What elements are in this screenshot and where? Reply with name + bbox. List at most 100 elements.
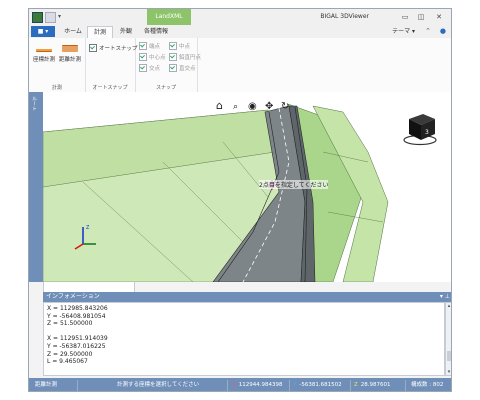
status-y-label: Y — [293, 382, 297, 388]
info-line: Z = 29.500000 — [47, 350, 93, 358]
3d-scene[interactable]: ⌂ ⌕ ◉ ✥ ↻ Z 3 — [43, 92, 452, 282]
title-bar: ▾ LandXML BIGAL 3DViewer ▭ ◫ ✕ — [29, 9, 451, 25]
side-panel-tab-label: ルート — [31, 96, 37, 111]
status-message: 計測する座標を選択してください — [117, 382, 200, 388]
ribbon-collapse-icon[interactable]: ⌃ — [425, 26, 431, 37]
snap-intersection-checkbox[interactable]: 交点 — [139, 64, 160, 72]
file-tab[interactable]: ■ ▾ — [31, 26, 55, 37]
status-mode: 距離計測 — [35, 382, 58, 388]
measure-group: 座標計測 距離計測 計測 — [29, 38, 86, 92]
snap-midpoint-label: 中点 — [179, 44, 191, 50]
tab-home[interactable]: ホーム — [61, 26, 85, 38]
zoom-fit-icon[interactable]: ⌕ — [233, 102, 238, 112]
quick-access-dropdown-icon[interactable]: ▾ — [58, 12, 67, 21]
zoom-icon[interactable]: ◉ — [248, 101, 257, 112]
snap-group-label: スナップ — [155, 85, 176, 91]
info-scrollbar[interactable]: ▴ ▾ — [445, 302, 451, 376]
autosnap-group-label: オートスナップ — [92, 85, 128, 91]
coordinate-measure-icon — [36, 43, 52, 52]
side-panel-tab[interactable]: ルート — [29, 92, 43, 282]
measure-group-label: 計測 — [51, 85, 62, 91]
status-divider — [350, 380, 351, 391]
maximize-icon[interactable]: ◫ — [414, 9, 428, 25]
snap-center-label: 中心点 — [149, 55, 166, 61]
scroll-up-icon[interactable]: ▴ — [446, 303, 451, 309]
distance-measure-label: 距離計測 — [58, 57, 81, 63]
status-y: Y -56381.681502 — [293, 378, 342, 391]
quick-access-toolbar: ▾ — [32, 12, 67, 23]
view-cube[interactable]: 3 — [403, 114, 437, 146]
status-element-count: 構成数 : 802 — [411, 382, 444, 388]
distance-measure-icon — [62, 45, 78, 52]
status-bar: 距離計測 計測する座標を選択してください X 112944.984398 Y -56… — [29, 378, 451, 391]
svg-text:Z: Z — [86, 225, 90, 231]
autosnap-check-icon — [89, 44, 97, 52]
info-line: L = 9.465067 — [47, 358, 88, 366]
autosnap-checkbox-label: オートスナップ — [99, 46, 138, 52]
status-divider — [227, 380, 228, 391]
rotate-icon[interactable]: ↻ — [281, 101, 289, 112]
tab-appearance[interactable]: 外観 — [115, 26, 137, 38]
snap-intersection-check-icon — [139, 64, 147, 72]
snap-endpoint-check-icon — [139, 42, 147, 50]
status-x-value: 112944.984398 — [238, 382, 283, 388]
autosnap-group: オートスナップ オートスナップ — [85, 38, 138, 92]
status-z-label: Z — [354, 382, 358, 388]
app-icon[interactable] — [32, 12, 43, 23]
snap-perpendicular-label: 直交点 — [179, 66, 196, 72]
scrollbar-thumb[interactable] — [447, 351, 451, 361]
status-divider — [289, 380, 290, 391]
home-view-icon[interactable]: ⌂ — [216, 99, 223, 112]
pin-icon[interactable]: ▾ ⊥ — [440, 292, 450, 302]
tab-info[interactable]: 各種情報 — [139, 26, 173, 38]
snap-perpendicular-check-icon — [169, 64, 177, 72]
distance-measure-button[interactable]: 距離計測 — [58, 43, 82, 63]
status-divider — [405, 380, 406, 391]
snap-perpendicular-checkbox[interactable]: 直交点 — [169, 64, 196, 72]
ribbon-tabs: ■ ▾ ホーム 計測 外観 各種情報 テーマ ▾ ⌃ ● — [29, 25, 451, 39]
scroll-down-icon[interactable]: ▾ — [446, 369, 451, 375]
info-panel-content[interactable]: X = 112985.843206 Y = -56408.981054 Z = … — [43, 302, 445, 376]
snap-midpoint-checkbox[interactable]: 中点 — [169, 42, 190, 50]
ribbon-panel: 座標計測 距離計測 計測 オートスナップ オートスナップ 端点 中点 中心点 鉛… — [29, 38, 451, 93]
minimize-icon[interactable]: ▭ — [398, 9, 412, 25]
coordinate-measure-button[interactable]: 座標計測 — [32, 43, 56, 63]
app-window: ▾ LandXML BIGAL 3DViewer ▭ ◫ ✕ ■ ▾ ホーム 計… — [28, 8, 452, 392]
info-line: X = 112951.914039 — [47, 335, 108, 343]
3d-viewer[interactable]: ルート ⌂ ⌕ ◉ ✥ ↻ Z 3 2点目を指定してください — [29, 92, 451, 282]
snap-vertical-circle-check-icon — [169, 53, 177, 61]
info-line: X = 112985.843206 — [47, 305, 108, 312]
quick-access-icon[interactable] — [45, 12, 56, 23]
coordinate-measure-label: 座標計測 — [32, 57, 55, 63]
window-title: BIGAL 3DViewer — [320, 13, 369, 20]
snap-endpoint-label: 端点 — [149, 44, 161, 50]
autosnap-checkbox[interactable]: オートスナップ — [89, 44, 138, 52]
snap-vertical-circle-label: 鉛直円点 — [179, 55, 202, 61]
snap-intersection-label: 交点 — [149, 66, 161, 72]
pan-icon[interactable]: ✥ — [265, 101, 273, 112]
info-line: Y = -56408.981054 — [47, 312, 106, 320]
snap-group: 端点 中点 中心点 鉛直円点 交点 直交点 スナップ — [135, 38, 201, 92]
view-cube-face-label: 3 — [425, 129, 429, 136]
close-icon[interactable]: ✕ — [432, 9, 446, 25]
info-panel-title: インフォメーション — [46, 293, 100, 300]
status-z: Z 28.987601 — [354, 378, 391, 391]
snap-center-check-icon — [139, 53, 147, 61]
status-z-value: 28.987601 — [360, 382, 391, 388]
info-line: Z = 51.500000 — [47, 320, 93, 328]
status-y-value: -56381.681502 — [299, 382, 342, 388]
snap-endpoint-checkbox[interactable]: 端点 — [139, 42, 160, 50]
help-icon[interactable]: ● — [440, 26, 446, 37]
theme-menu[interactable]: テーマ ▾ — [392, 26, 415, 37]
status-divider — [77, 380, 78, 391]
status-x-label: X — [232, 382, 236, 388]
snap-center-checkbox[interactable]: 中心点 — [139, 53, 166, 61]
snap-midpoint-check-icon — [169, 42, 177, 50]
context-tab-landxml[interactable]: LandXML — [147, 9, 191, 25]
status-x: X 112944.984398 — [232, 378, 283, 391]
info-line: Y = -56387.016225 — [47, 342, 106, 350]
viewer-hint: 2点目を指定してください — [259, 180, 329, 189]
info-line — [47, 328, 441, 336]
snap-vertical-circle-checkbox[interactable]: 鉛直円点 — [169, 53, 201, 61]
info-panel-header: インフォメーション ▾ ⊥ — [43, 292, 451, 302]
